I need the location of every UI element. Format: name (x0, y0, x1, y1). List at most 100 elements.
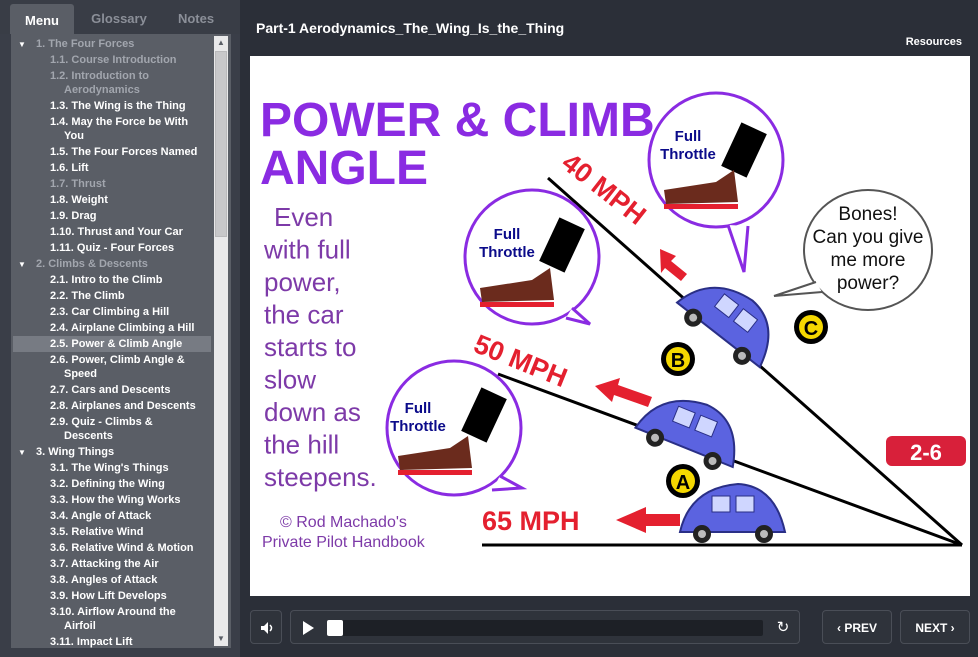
toc-item[interactable]: 1.10. Thrust and Your Car (13, 224, 211, 240)
slide-heading-line2: ANGLE (260, 142, 428, 195)
slide-body-line: the hill (264, 430, 339, 460)
chevron-right-icon: › (950, 621, 955, 635)
toc-item[interactable]: 2.1. Intro to the Climb (13, 272, 211, 288)
toc-item-label: 1. The Four Forces (36, 38, 135, 50)
slide-illustration: POWER & CLIMB ANGLE Evenwith fullpower,t… (260, 91, 966, 551)
toc-item[interactable]: 1.9. Drag (13, 208, 211, 224)
toc-item[interactable]: 1.2. Introduction to Aerodynamics (13, 68, 211, 98)
toc-item-label: 3.9. How Lift Develops (50, 590, 167, 602)
toc-item-label: 2.3. Car Climbing a Hill (50, 306, 170, 318)
toc-section[interactable]: ▼ 2. Climbs & Descents (13, 256, 211, 272)
scroll-down-icon[interactable]: ▼ (214, 632, 228, 646)
toc-item-label: 1.11. Quiz - Four Forces (50, 242, 175, 254)
toc-item[interactable]: 1.6. Lift (13, 160, 211, 176)
expand-arrow-icon[interactable]: ▼ (18, 258, 26, 272)
toc-item[interactable]: 1.4. May the Force be With You (13, 114, 211, 144)
toc-item[interactable]: 3.8. Angles of Attack (13, 572, 211, 588)
slide-body-line: down as (264, 397, 361, 427)
speech-bubble: Bones!Can you giveme morepower? (773, 189, 933, 311)
toc-item-label: 1.4. May the Force be With (50, 116, 189, 128)
position-b-label: B (671, 350, 685, 372)
toc-item[interactable]: 3.5. Relative Wind (13, 524, 211, 540)
speech-bubble-line: me more (831, 250, 906, 271)
toc-item-label: 3.1. The Wing's Things (50, 462, 169, 474)
scroll-up-icon[interactable]: ▲ (214, 36, 228, 50)
toc-item[interactable]: 3.7. Attacking the Air (13, 556, 211, 572)
svg-text:Throttle: Throttle (660, 146, 716, 163)
slide-body-text: Evenwith fullpower,the carstarts toslowd… (263, 202, 377, 492)
toc-item-label: 3.8. Angles of Attack (50, 574, 158, 586)
throttle-bubble-3: Full Throttle (647, 91, 785, 273)
tab-glossary[interactable]: Glossary (82, 0, 156, 34)
toc-item[interactable]: 2.3. Car Climbing a Hill (13, 304, 211, 320)
toc-item-label-continued: You (64, 130, 84, 142)
position-a-label: A (676, 472, 690, 494)
seek-bar[interactable] (327, 620, 763, 636)
toc-item[interactable]: 3.2. Defining the Wing (13, 476, 211, 492)
tab-menu[interactable]: Menu (10, 4, 74, 34)
scroll-thumb[interactable] (215, 51, 227, 237)
toc-section[interactable]: ▼ 3. Wing Things (13, 444, 211, 460)
throttle-bubble-2: Full Throttle (463, 188, 601, 326)
volume-icon (261, 622, 273, 634)
next-button[interactable]: NEXT › (900, 610, 970, 644)
app-window: Menu Glossary Notes ▼ 1. The Four Forces 1… (0, 0, 978, 657)
seek-handle[interactable] (327, 620, 343, 636)
toc-item[interactable]: 3.11. Impact Lift (13, 634, 211, 648)
toc-item[interactable]: 3.1. The Wing's Things (13, 460, 211, 476)
expand-arrow-icon[interactable]: ▼ (18, 446, 26, 460)
toc-item[interactable]: 3.9. How Lift Develops (13, 588, 211, 604)
slide-canvas: POWER & CLIMB ANGLE Even with full power, t… (250, 56, 970, 596)
tab-notes[interactable]: Notes (168, 0, 224, 34)
toc-item[interactable]: 2.9. Quiz - Climbs & Descents (13, 414, 211, 444)
toc-item-label: 1.3. The Wing is the Thing (50, 100, 186, 112)
toc-item-label: 1.8. Weight (50, 194, 108, 206)
toc-item-label: 3.5. Relative Wind (50, 526, 144, 538)
toc-item[interactable]: 3.6. Relative Wind & Motion (13, 540, 211, 556)
slide-body-line: the car (264, 300, 344, 330)
toc-item-label: 1.7. Thrust (50, 178, 106, 190)
toc-item[interactable]: 2.4. Airplane Climbing a Hill (13, 320, 211, 336)
toc-item[interactable]: 1.1. Course Introduction (13, 52, 211, 68)
toc-item[interactable]: 2.7. Cars and Descents (13, 382, 211, 398)
throttle-bubble-1: Full Throttle (385, 359, 528, 497)
page-number-label: 2-6 (910, 440, 942, 465)
toc-item[interactable]: 2.6. Power, Climb Angle & Speed (13, 352, 211, 382)
playback-controls: ↻ (290, 610, 800, 644)
toc-item[interactable]: 3.10. Airflow Around the Airfoil (13, 604, 211, 634)
toc-item-label: 2.7. Cars and Descents (50, 384, 171, 396)
replay-icon[interactable]: ↻ (775, 620, 791, 636)
toc-item[interactable]: 2.2. The Climb (13, 288, 211, 304)
arrow-b-icon (595, 378, 652, 407)
toc-item[interactable]: 2.8. Airplanes and Descents (13, 398, 211, 414)
slide-body-line: steepens. (264, 462, 377, 492)
toc-item[interactable]: 2.5. Power & Climb Angle (13, 336, 211, 352)
toc-item-label: 3.10. Airflow Around the (50, 606, 176, 618)
toc-item[interactable]: 1.7. Thrust (13, 176, 211, 192)
slide-heading-line1: POWER & CLIMB (260, 94, 655, 147)
toc-item[interactable]: 1.11. Quiz - Four Forces (13, 240, 211, 256)
svg-text:Throttle: Throttle (479, 244, 535, 261)
toc-item-label: 2.1. Intro to the Climb (50, 274, 163, 286)
toc-item[interactable]: 3.3. How the Wing Works (13, 492, 211, 508)
toc-item-label: 3.6. Relative Wind & Motion (50, 542, 194, 554)
toc-item[interactable]: 3.4. Angle of Attack (13, 508, 211, 524)
prev-button[interactable]: ‹ PREV (822, 610, 892, 644)
toc-scrollbar[interactable]: ▲ ▼ (214, 36, 228, 646)
expand-arrow-icon[interactable]: ▼ (18, 38, 26, 52)
toc-section[interactable]: ▼ 1. The Four Forces (13, 36, 211, 52)
toc-item-label: 3.7. Attacking the Air (50, 558, 159, 570)
resources-link[interactable]: Resources (906, 36, 962, 48)
toc-item-label: 2.5. Power & Climb Angle (50, 338, 183, 350)
toc-item-label: 3.4. Angle of Attack (50, 510, 152, 522)
toc-item[interactable]: 1.3. The Wing is the Thing (13, 98, 211, 114)
toc-item-label: 1.9. Drag (50, 210, 97, 222)
slide-body-line: starts to (264, 332, 356, 362)
speech-bubble-line: power? (837, 273, 899, 294)
toc-item[interactable]: 1.8. Weight (13, 192, 211, 208)
toc-item[interactable]: 1.5. The Four Forces Named (13, 144, 211, 160)
play-icon[interactable] (303, 621, 314, 635)
prev-label: PREV (844, 621, 878, 635)
toc-item-label: 1.2. Introduction to (50, 70, 149, 82)
volume-button[interactable] (250, 610, 282, 644)
